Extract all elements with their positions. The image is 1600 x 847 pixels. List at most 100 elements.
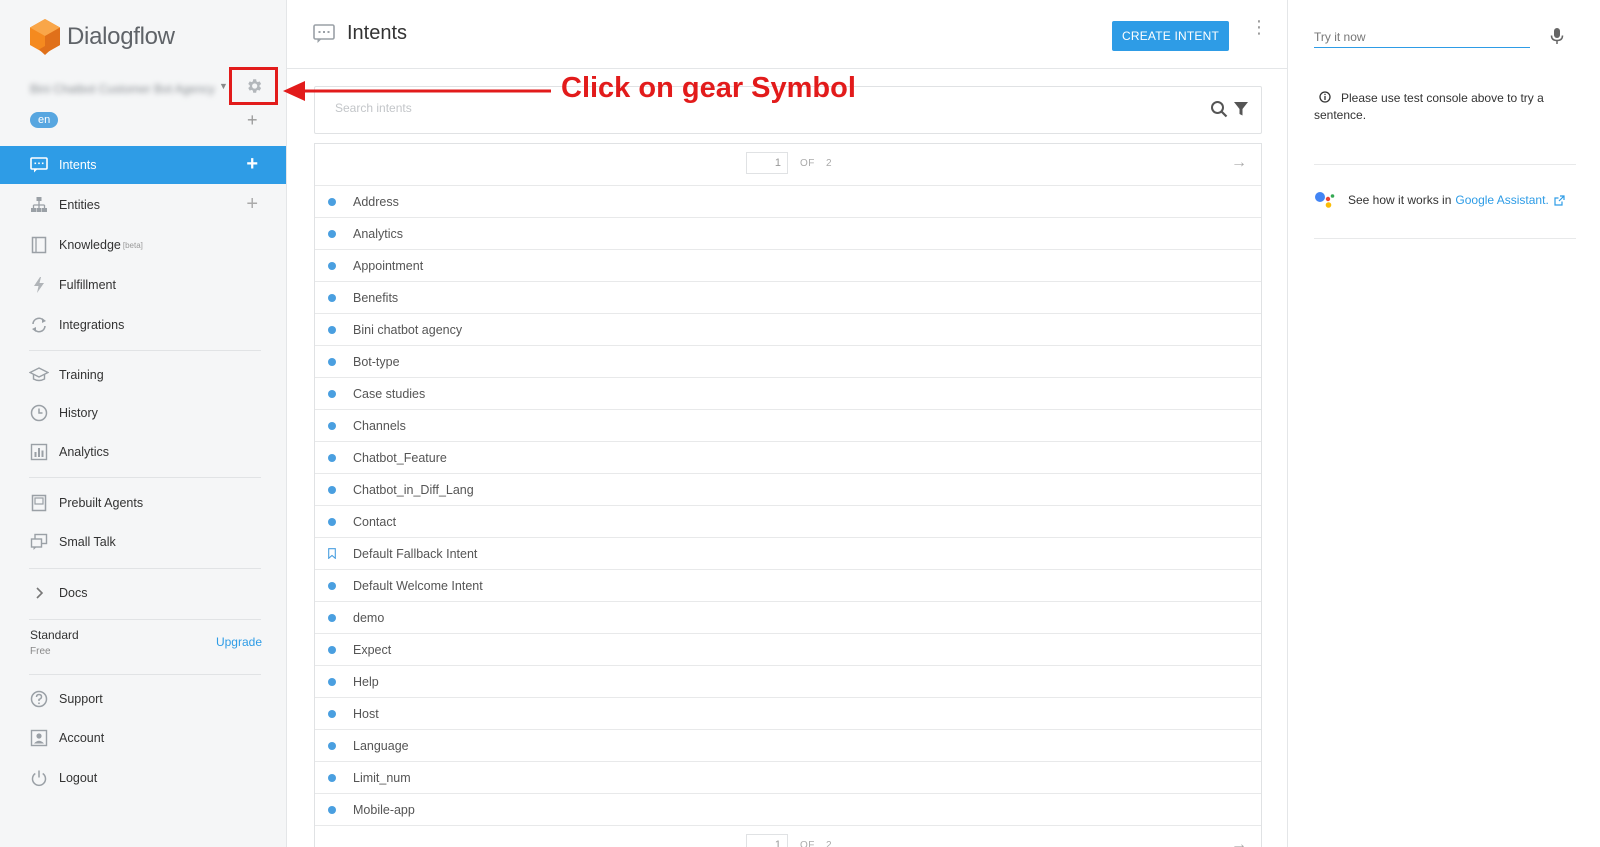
sidebar-item-label: Fulfillment — [59, 278, 116, 292]
intent-row[interactable]: Bot-type — [315, 346, 1261, 378]
intent-row[interactable]: Benefits — [315, 282, 1261, 314]
sidebar-item-fulfillment[interactable]: Fulfillment — [0, 266, 286, 304]
intent-row[interactable]: Address — [315, 186, 1261, 218]
intent-status-dot — [328, 773, 336, 782]
intent-row[interactable]: Case studies — [315, 378, 1261, 410]
create-intent-button[interactable]: CREATE INTENT — [1112, 21, 1229, 51]
intent-row[interactable]: Default Welcome Intent — [315, 570, 1261, 602]
upgrade-link[interactable]: Upgrade — [216, 635, 262, 649]
intent-name: Expect — [353, 642, 392, 657]
chat-icon — [29, 155, 49, 175]
sidebar-item-label: Knowledge — [59, 238, 121, 252]
agent-settings-gear-button[interactable] — [229, 67, 278, 105]
nav-divider — [29, 477, 261, 478]
sidebar-item-prebuilt-agents[interactable]: Prebuilt Agents — [0, 484, 286, 522]
arrow-right-icon[interactable]: → — [1231, 836, 1247, 847]
intent-row[interactable]: Language — [315, 730, 1261, 762]
intent-row[interactable]: demo — [315, 602, 1261, 634]
account-icon — [29, 728, 49, 748]
intent-name: Bini chatbot agency — [353, 322, 463, 337]
intent-row[interactable]: Chatbot_Feature — [315, 442, 1261, 474]
intent-row[interactable]: Appointment — [315, 250, 1261, 282]
intent-status-dot — [328, 741, 336, 750]
intent-name: Help — [353, 674, 379, 689]
nav-divider — [29, 674, 261, 675]
intent-row[interactable]: Analytics — [315, 218, 1261, 250]
chevron-right-icon — [29, 583, 49, 603]
intent-list: OF 2 → Address Analytics Appointment Benefi… — [314, 143, 1262, 847]
pager-total: 2 — [826, 158, 832, 169]
more-vert-icon[interactable]: ⋮ — [1250, 18, 1268, 36]
intent-name: Bot-type — [353, 354, 400, 369]
intent-status-dot — [328, 517, 336, 526]
pager-bottom: OF 2 → — [315, 826, 1261, 847]
pager-of-label: OF — [800, 158, 815, 169]
logo-text: Dialogflow — [67, 23, 175, 50]
ga-line: See how it works in Google Assistant. — [1314, 190, 1565, 210]
intent-row[interactable]: Bini chatbot agency — [315, 314, 1261, 346]
pager-of-label: OF — [800, 840, 815, 847]
question-icon — [29, 689, 49, 709]
sidebar-item-logout[interactable]: Logout — [0, 759, 286, 797]
sidebar-item-label: Support — [59, 692, 103, 706]
sidebar-item-training[interactable]: Training — [0, 356, 286, 394]
intent-status-dot — [328, 261, 336, 270]
intent-name: Host — [353, 706, 379, 721]
intent-row[interactable]: Help — [315, 666, 1261, 698]
sidebar-item-support[interactable]: Support — [0, 680, 286, 718]
book-icon — [29, 235, 49, 255]
intent-status-dot — [328, 197, 336, 206]
add-language-icon[interactable]: + — [247, 111, 258, 129]
bolt-icon — [29, 275, 49, 295]
sidebar-item-small-talk[interactable]: Small Talk — [0, 523, 286, 561]
filter-icon[interactable] — [1233, 101, 1249, 117]
sidebar-item-intents[interactable]: Intents + — [0, 146, 286, 184]
google-assistant-link[interactable]: Google Assistant. — [1455, 193, 1548, 207]
intent-name: Benefits — [353, 290, 399, 305]
sidebar-item-knowledge[interactable]: Knowledge [beta] — [0, 226, 286, 264]
intent-row[interactable]: Contact — [315, 506, 1261, 538]
intent-name: Appointment — [353, 258, 424, 273]
microphone-icon[interactable] — [1550, 27, 1564, 45]
add-entity-icon[interactable]: + — [246, 194, 258, 214]
page-number-input[interactable] — [746, 152, 788, 174]
caret-down-icon[interactable]: ▼ — [219, 81, 228, 91]
intent-row[interactable]: Chatbot_in_Diff_Lang — [315, 474, 1261, 506]
page-number-input[interactable] — [746, 834, 788, 847]
intent-row[interactable]: Mobile-app — [315, 794, 1261, 826]
intent-status-dot — [328, 421, 336, 430]
sidebar-item-label: Account — [59, 731, 105, 745]
dialogflow-logo-icon — [30, 19, 60, 55]
sidebar-item-entities[interactable]: Entities + — [0, 186, 286, 224]
logo[interactable]: Dialogflow — [29, 18, 175, 56]
sidebar-item-history[interactable]: History — [0, 394, 286, 432]
intent-row[interactable]: Default Fallback Intent — [315, 538, 1261, 570]
info-text: Please use test console above to try a s… — [1314, 91, 1544, 122]
search-icon[interactable] — [1210, 100, 1228, 118]
sync-icon — [29, 315, 49, 335]
sidebar-item-account[interactable]: Account — [0, 719, 286, 757]
sidebar-item-analytics[interactable]: Analytics — [0, 433, 286, 471]
intent-name: Case studies — [353, 386, 426, 401]
arrow-right-icon[interactable]: → — [1231, 154, 1247, 172]
external-link-icon[interactable] — [1554, 194, 1565, 206]
sidebar-item-docs[interactable]: Docs — [0, 574, 286, 612]
try-it-now-input[interactable] — [1314, 26, 1530, 48]
intent-status-dot — [328, 709, 336, 718]
intent-row[interactable]: Expect — [315, 634, 1261, 666]
intent-row[interactable]: Host — [315, 698, 1261, 730]
pager-total: 2 — [826, 840, 832, 847]
info-icon — [1319, 91, 1331, 103]
sidebar-item-integrations[interactable]: Integrations — [0, 306, 286, 344]
language-badge[interactable]: en — [30, 112, 59, 128]
bar-chart-icon — [29, 442, 49, 462]
page-title-wrap: Intents — [313, 22, 407, 45]
intent-row[interactable]: Limit_num — [315, 762, 1261, 794]
intent-status-dot — [328, 229, 336, 238]
chat-bubbles-icon — [29, 532, 49, 552]
sidebar-item-label: Intents — [59, 158, 97, 172]
intent-row[interactable]: Channels — [315, 410, 1261, 442]
intent-status-dot — [328, 677, 336, 686]
sidebar-item-label: Docs — [59, 586, 88, 600]
add-intent-icon[interactable]: + — [246, 154, 258, 174]
